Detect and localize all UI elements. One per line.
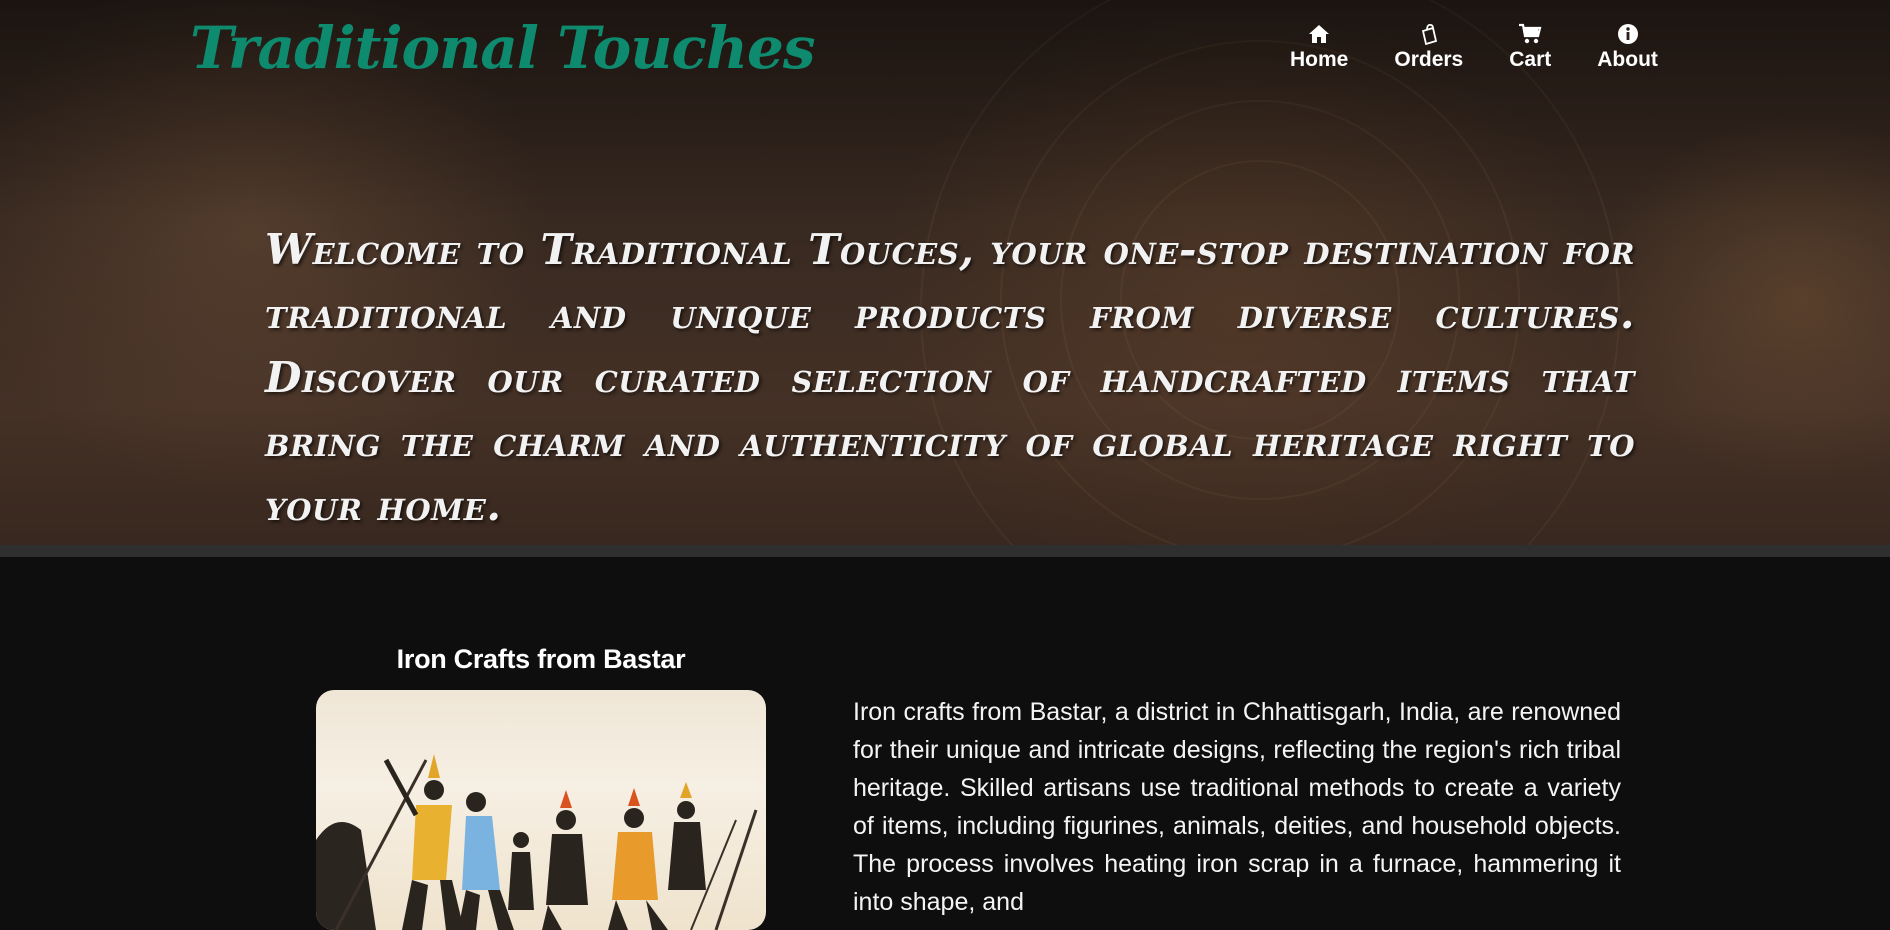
brand-logo[interactable]: Traditional Touches — [190, 14, 816, 82]
section-divider — [0, 545, 1890, 557]
nav-label-orders: Orders — [1394, 48, 1464, 71]
nav-item-home[interactable]: Home — [1290, 22, 1348, 72]
nav-label-home: Home — [1290, 48, 1349, 71]
main-nav: Home Orders Cart About — [1290, 22, 1658, 72]
nav-item-orders[interactable]: Orders — [1394, 22, 1463, 72]
hero-welcome-text: Welcome to Traditional Touces, your one-… — [265, 225, 1635, 530]
nav-label-cart: Cart — [1509, 48, 1552, 71]
feature-description: Iron crafts from Bastar, a district in C… — [853, 698, 1621, 916]
iron-craft-figurines-image — [316, 690, 766, 930]
cart-icon — [1518, 22, 1542, 46]
nav-label-about: About — [1597, 48, 1658, 71]
feature-title: Iron Crafts from Bastar — [396, 644, 686, 674]
info-icon — [1616, 22, 1640, 46]
nav-item-about[interactable]: About — [1597, 22, 1658, 72]
nav-item-cart[interactable]: Cart — [1509, 22, 1551, 72]
shopping-bag-icon — [1417, 22, 1441, 46]
home-icon — [1307, 22, 1331, 46]
